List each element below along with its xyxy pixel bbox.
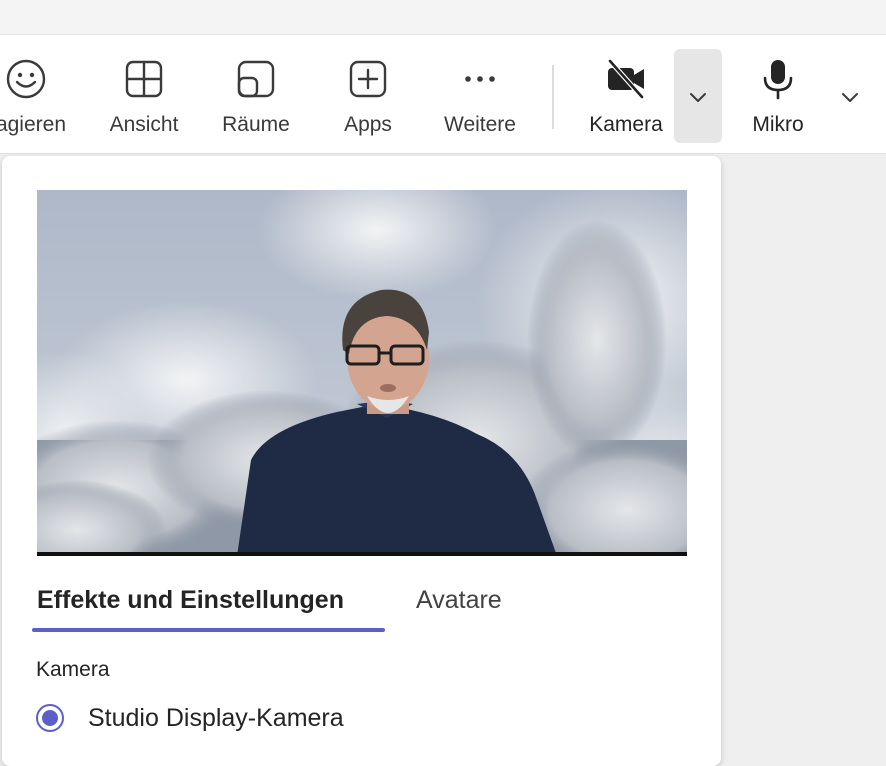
meeting-toolbar: agieren Ansicht Räume Apps Weitere Kamer… <box>0 35 886 154</box>
more-icon <box>465 76 495 82</box>
window-top-strip <box>0 0 886 35</box>
grid-view-icon <box>125 60 163 98</box>
microphone-icon <box>763 60 793 100</box>
chevron-down-icon <box>842 93 858 102</box>
rooms-button[interactable]: Räume <box>216 35 296 153</box>
active-tab-indicator <box>32 628 385 632</box>
camera-label: Kamera <box>589 113 663 136</box>
more-label: Weitere <box>444 113 516 136</box>
react-label: agieren <box>0 113 66 136</box>
camera-settings-panel: Effekte und Einstellungen Avatare Kamera… <box>2 156 721 766</box>
microphone-label: Mikro <box>752 113 804 136</box>
camera-button[interactable]: Kamera <box>582 35 670 153</box>
emoji-icon <box>6 59 46 99</box>
view-label: Ansicht <box>109 113 179 136</box>
camera-device-label: Studio Display-Kamera <box>88 703 344 732</box>
rooms-icon <box>237 60 275 98</box>
camera-device-option[interactable]: Studio Display-Kamera <box>36 700 344 736</box>
tab-effects-settings[interactable]: Effekte und Einstellungen <box>37 586 344 615</box>
microphone-options-dropdown[interactable] <box>826 49 874 143</box>
chevron-down-icon <box>690 93 706 102</box>
rooms-label: Räume <box>222 113 290 136</box>
react-button[interactable]: agieren <box>0 35 66 153</box>
apps-label: Apps <box>344 113 392 136</box>
toolbar-divider <box>552 65 554 129</box>
camera-preview-image <box>37 190 687 556</box>
camera-preview <box>37 190 687 556</box>
view-button[interactable]: Ansicht <box>104 35 184 153</box>
tab-avatars[interactable]: Avatare <box>416 586 502 615</box>
camera-section-label: Kamera <box>36 658 110 681</box>
more-button[interactable]: Weitere <box>436 35 524 153</box>
apps-button[interactable]: Apps <box>328 35 408 153</box>
camera-device-radio[interactable] <box>36 704 64 732</box>
camera-off-icon <box>607 58 645 100</box>
camera-options-dropdown[interactable] <box>674 49 722 143</box>
microphone-button[interactable]: Mikro <box>738 35 818 153</box>
add-app-icon <box>349 60 387 98</box>
